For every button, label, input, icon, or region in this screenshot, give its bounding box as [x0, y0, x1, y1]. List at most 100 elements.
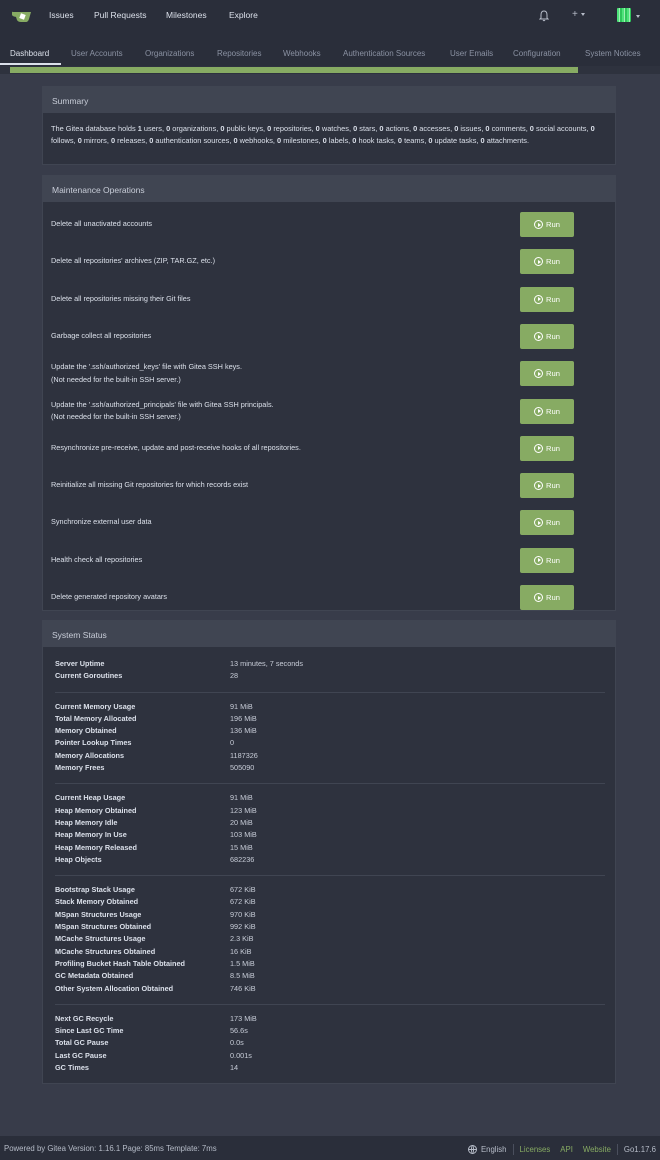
summary-header: Summary: [43, 87, 615, 113]
operation-text: Update the '.ssh/authorized_keys' file w…: [51, 362, 242, 372]
run-label: Run: [546, 331, 560, 341]
status-row: Current Memory Usage 91 MiB: [55, 702, 605, 714]
status-value: 196 MiB: [230, 713, 257, 723]
admin-tabs: Dashboard User Accounts Organizations Re…: [0, 33, 660, 66]
summary-count-label: repositories,: [271, 124, 316, 133]
divider: [616, 1144, 618, 1155]
status-key: MCache Structures Usage: [55, 934, 146, 944]
summary-count-label: follows,: [51, 136, 78, 146]
operation-text: Delete all repositories missing their Gi…: [51, 293, 191, 303]
bell-icon[interactable]: [539, 10, 549, 22]
run-button[interactable]: Run: [520, 473, 574, 499]
maintenance-operation: Delete all repositories missing their Gi…: [43, 281, 615, 318]
status-row: Since Last GC Time 56.6s: [55, 1026, 605, 1038]
summary-prefix: The Gitea database holds: [51, 124, 138, 133]
run-button[interactable]: Run: [520, 510, 574, 536]
status-row: Heap Memory In Use 103 MiB: [55, 830, 605, 842]
status-group: Bootstrap Stack Usage 672 KiB Stack Memory…: [55, 885, 605, 996]
nav-pull-requests[interactable]: Pull Requests: [94, 10, 146, 20]
run-button[interactable]: Run: [520, 547, 574, 573]
operation-description: Synchronize external user data: [51, 516, 152, 529]
tab-user-accounts[interactable]: User Accounts: [71, 49, 123, 58]
status-value: 672 KiB: [230, 885, 256, 895]
operation-text: Reinitialize all missing Git repositorie…: [51, 480, 249, 490]
status-row: Next GC Recycle 173 MiB: [55, 1014, 605, 1026]
tab-repositories[interactable]: Repositories: [217, 49, 261, 58]
status-key: Heap Memory Idle: [55, 817, 118, 827]
play-circle-icon: [534, 294, 544, 304]
globe-icon: [467, 1145, 477, 1155]
licenses-link[interactable]: Licenses: [520, 1145, 551, 1154]
tab-dashboard[interactable]: Dashboard: [10, 49, 49, 58]
run-button[interactable]: Run: [520, 249, 574, 275]
status-key: Since Last GC Time: [55, 1026, 124, 1036]
operation-text: Delete generated repository avatars: [51, 592, 168, 601]
nav-issues[interactable]: Issues: [49, 10, 74, 20]
run-button[interactable]: Run: [520, 435, 574, 461]
operation-description: Update the '.ssh/authorized_principals' …: [51, 399, 274, 424]
status-value: 13 minutes, 7 seconds: [230, 659, 304, 668]
play-circle-icon: [534, 518, 544, 528]
tab-webhooks[interactable]: Webhooks: [283, 49, 321, 58]
tab-configuration[interactable]: Configuration: [513, 49, 561, 58]
operation-text: Delete all repositories' archives (ZIP, …: [51, 256, 216, 266]
play-circle-icon: [534, 481, 544, 491]
play-circle-icon: [534, 406, 544, 416]
tab-system-notices[interactable]: System Notices: [585, 49, 641, 58]
create-new-button[interactable]: +: [572, 9, 585, 20]
tab-organizations[interactable]: Organizations: [145, 49, 194, 58]
api-link[interactable]: API: [560, 1145, 573, 1154]
status-value: 0: [230, 738, 235, 748]
run-button[interactable]: Run: [520, 398, 574, 424]
status-row: Heap Memory Obtained 123 MiB: [55, 806, 605, 818]
status-row: GC Metadata Obtained 8.5 MiB: [55, 971, 605, 983]
status-row: Heap Memory Idle 20 MiB: [55, 818, 605, 830]
tab-authentication-sources[interactable]: Authentication Sources: [343, 49, 425, 58]
website-link[interactable]: Website: [583, 1145, 611, 1154]
status-value: 0.0s: [230, 1038, 244, 1048]
status-key: Total GC Pause: [55, 1038, 109, 1048]
run-label: Run: [546, 555, 560, 565]
status-value: 136 MiB: [230, 726, 257, 736]
status-key: Current Goroutines: [55, 671, 123, 681]
run-button[interactable]: Run: [520, 361, 574, 387]
summary-count-label: accesses,: [417, 124, 455, 133]
language-selector[interactable]: English: [467, 1145, 507, 1155]
play-circle-icon: [534, 555, 544, 565]
status-row: Pointer Lookup Times 0: [55, 738, 605, 750]
play-circle-icon: [534, 257, 544, 267]
maintenance-operation: Update the '.ssh/authorized_principals' …: [43, 393, 615, 430]
nav-explore[interactable]: Explore: [229, 10, 258, 20]
nav-milestones[interactable]: Milestones: [166, 10, 207, 20]
summary-count-label: hook tasks,: [356, 136, 398, 146]
summary-count-label: watches,: [319, 124, 354, 133]
system-status-segment: System Status Server Uptime 13 minutes, 7…: [42, 620, 616, 1084]
run-button[interactable]: Run: [520, 585, 574, 610]
status-key: Pointer Lookup Times: [55, 738, 132, 748]
maintenance-operation: Resynchronize pre-receive, update and po…: [43, 430, 615, 467]
summary-count-label: social accounts,: [533, 124, 591, 133]
status-key: GC Times: [55, 1063, 89, 1073]
user-avatar[interactable]: [617, 8, 631, 22]
operation-description: Update the '.ssh/authorized_keys' file w…: [51, 361, 242, 386]
maintenance-operation: Delete all repositories' archives (ZIP, …: [43, 243, 615, 280]
summary-count-label: milestones,: [281, 136, 323, 146]
status-row: MCache Structures Usage 2.3 KiB: [55, 934, 605, 946]
run-button[interactable]: Run: [520, 286, 574, 312]
gitea-logo-icon[interactable]: [12, 10, 32, 22]
run-label: Run: [546, 406, 560, 416]
summary-count-label: stars,: [357, 124, 380, 133]
active-tab-indicator: [0, 63, 61, 65]
tab-user-emails[interactable]: User Emails: [450, 49, 493, 58]
operation-note: (Not needed for the built-in SSH server.…: [51, 412, 181, 421]
status-row: Total Memory Allocated 196 MiB: [55, 714, 605, 726]
status-row: Heap Objects 682236: [55, 855, 605, 867]
run-button[interactable]: Run: [520, 212, 574, 237]
status-row: Other System Allocation Obtained 746 KiB: [55, 984, 605, 996]
status-value: 56.6s: [230, 1026, 248, 1036]
status-value: 20 MiB: [230, 817, 253, 827]
maintenance-operation: Garbage collect all repositories Run: [43, 318, 615, 355]
chevron-down-icon[interactable]: [636, 15, 640, 18]
run-button[interactable]: Run: [520, 323, 574, 349]
summary-count-label: actions,: [383, 124, 414, 133]
